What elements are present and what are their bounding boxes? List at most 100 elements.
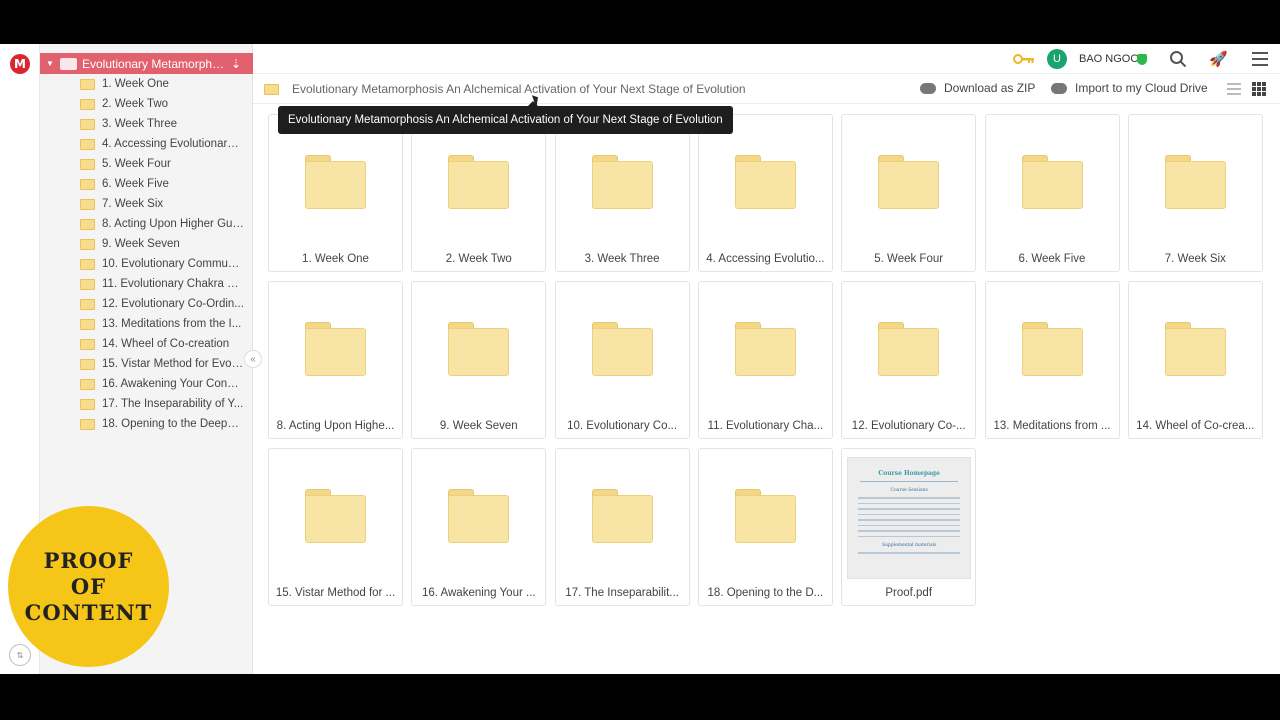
folder-tile[interactable]: 17. The Inseparabilit...	[554, 448, 690, 606]
logo[interactable]: M	[10, 54, 30, 74]
key-icon[interactable]	[1013, 52, 1035, 66]
tree-item[interactable]: 4. Accessing Evolutionary ...	[40, 134, 253, 154]
tree-item-label: 4. Accessing Evolutionary ...	[102, 138, 244, 150]
folder-tile[interactable]: 14. Wheel of Co-crea...	[1127, 281, 1263, 439]
breadcrumb[interactable]: Evolutionary Metamorphosis An Alchemical…	[292, 82, 746, 96]
folder-icon	[448, 322, 510, 376]
folder-tile[interactable]: 18. Opening to the D...	[697, 448, 833, 606]
folder-tile[interactable]: 8. Acting Upon Highe...	[268, 281, 403, 439]
collapse-sidebar-button[interactable]: «	[244, 350, 262, 368]
transfer-icon[interactable]: ⇅	[9, 644, 31, 666]
folder-tile[interactable]: 5. Week Four	[841, 114, 977, 272]
top-bar: U BAO NGOC 🚀	[253, 44, 1280, 74]
tree-item[interactable]: 3. Week Three	[40, 114, 253, 134]
tree-item-label: 1. Week One	[102, 78, 169, 90]
tile-name: 6. Week Five	[1018, 253, 1086, 265]
hamburger-menu-icon[interactable]	[1252, 52, 1268, 66]
avatar[interactable]: U	[1047, 49, 1067, 69]
folder-icon	[80, 298, 95, 310]
tile-name: Proof.pdf	[885, 587, 933, 599]
tree-item-label: 13. Meditations from the I...	[102, 318, 242, 330]
folder-icon	[734, 155, 796, 209]
rocket-icon[interactable]: 🚀	[1209, 50, 1228, 68]
tree-item[interactable]: 2. Week Two	[40, 94, 253, 114]
folder-tile[interactable]: 16. Awakening Your ...	[411, 448, 547, 606]
import-cloud-drive-button[interactable]: Import to my Cloud Drive	[1051, 81, 1208, 95]
user-name[interactable]: BAO NGOC	[1079, 53, 1138, 65]
folder-tile[interactable]: 12. Evolutionary Co-...	[841, 281, 977, 439]
folder-icon	[80, 98, 95, 110]
folder-tile[interactable]: 7. Week Six	[1127, 114, 1263, 272]
folder-icon	[591, 155, 653, 209]
tile-name: 16. Awakening Your ...	[421, 587, 536, 599]
sort-icon[interactable]: ⇣	[231, 57, 241, 71]
folder-icon	[80, 418, 95, 430]
tree-item-label: 9. Week Seven	[102, 238, 180, 250]
folder-icon	[448, 155, 510, 209]
folder-tile[interactable]: 1. Week One	[268, 114, 403, 272]
folder-tile[interactable]: 10. Evolutionary Co...	[554, 281, 690, 439]
tree-item-label: 11. Evolutionary Chakra M...	[102, 278, 244, 290]
tree-item[interactable]: 9. Week Seven	[40, 234, 253, 254]
tree-item[interactable]: 15. Vistar Method for Evolu...	[40, 354, 253, 374]
folder-tile[interactable]: 4. Accessing Evolutio...	[697, 114, 833, 272]
folder-icon	[1164, 155, 1226, 209]
tree-item[interactable]: 1. Week One	[40, 74, 253, 94]
tree-item[interactable]: 7. Week Six	[40, 194, 253, 214]
app-window: M ⇅ ▼ Evolutionary Metamorphos... ⇣ 1. W…	[0, 44, 1280, 674]
tree-item[interactable]: 16. Awakening Your Consci...	[40, 374, 253, 394]
tree-item[interactable]: 5. Week Four	[40, 154, 253, 174]
tree-item-label: 5. Week Four	[102, 158, 171, 170]
folder-icon	[448, 489, 510, 543]
folder-icon	[305, 322, 366, 376]
tile-name: 14. Wheel of Co-crea...	[1136, 420, 1255, 432]
folder-tile[interactable]: 9. Week Seven	[411, 281, 547, 439]
folder-tile[interactable]: 15. Vistar Method for ...	[268, 448, 403, 606]
thumbnail-title: Course Homepage	[878, 470, 940, 477]
tile-name: 9. Week Seven	[439, 420, 518, 432]
folder-tile[interactable]: 2. Week Two	[411, 114, 547, 272]
tree-root-folder[interactable]: ▼ Evolutionary Metamorphos... ⇣	[40, 53, 253, 74]
folder-icon	[80, 198, 95, 210]
tree-item[interactable]: 8. Acting Upon Higher Gui...	[40, 214, 253, 234]
tree-item-label: 8. Acting Upon Higher Gui...	[102, 218, 244, 230]
folder-icon	[80, 238, 95, 250]
caret-down-icon[interactable]: ▼	[46, 59, 56, 68]
pdf-thumbnail: Course Homepage Course Sessions Supplement…	[847, 457, 972, 579]
tree-item[interactable]: 12. Evolutionary Co-Ordin...	[40, 294, 253, 314]
folder-icon	[80, 118, 95, 130]
tile-name: 15. Vistar Method for ...	[275, 587, 396, 599]
cloud-download-icon	[920, 82, 936, 94]
grid-view-icon[interactable]	[1252, 82, 1266, 96]
tile-name: 3. Week Three	[584, 253, 660, 265]
tile-name: 1. Week One	[302, 253, 369, 265]
tree-item-label: 17. The Inseparability of Y...	[102, 398, 244, 410]
tree-item[interactable]: 14. Wheel of Co-creation	[40, 334, 253, 354]
download-zip-label: Download as ZIP	[944, 81, 1036, 95]
folder-icon	[878, 322, 940, 376]
tile-name: 12. Evolutionary Co-...	[851, 420, 966, 432]
folder-icon	[734, 322, 796, 376]
folder-icon	[60, 57, 77, 70]
tree-item[interactable]: 10. Evolutionary Communi...	[40, 254, 253, 274]
tree-item[interactable]: 6. Week Five	[40, 174, 253, 194]
tree-item[interactable]: 11. Evolutionary Chakra M...	[40, 274, 253, 294]
file-tile[interactable]: Course Homepage Course Sessions Supplement…	[841, 448, 977, 606]
list-view-icon[interactable]	[1227, 83, 1241, 95]
download-zip-button[interactable]: Download as ZIP	[920, 81, 1035, 95]
folder-tile[interactable]: 13. Meditations from ...	[984, 281, 1120, 439]
folder-icon	[305, 155, 366, 209]
folder-icon	[591, 322, 653, 376]
tree-item[interactable]: 13. Meditations from the I...	[40, 314, 253, 334]
tree-item[interactable]: 18. Opening to the Deeper ...	[40, 414, 253, 434]
tree-item[interactable]: 17. The Inseparability of Y...	[40, 394, 253, 414]
thumbnail-heading: Course Sessions	[890, 488, 928, 493]
tree-item-label: 2. Week Two	[102, 98, 169, 110]
folder-icon	[305, 489, 366, 543]
folder-tile[interactable]: 11. Evolutionary Cha...	[697, 281, 833, 439]
folder-tile[interactable]: 3. Week Three	[554, 114, 690, 272]
tile-name: 11. Evolutionary Cha...	[707, 420, 824, 432]
folder-tile[interactable]: 6. Week Five	[984, 114, 1120, 272]
tree-item-label: 6. Week Five	[102, 178, 169, 190]
search-icon[interactable]	[1169, 50, 1187, 68]
